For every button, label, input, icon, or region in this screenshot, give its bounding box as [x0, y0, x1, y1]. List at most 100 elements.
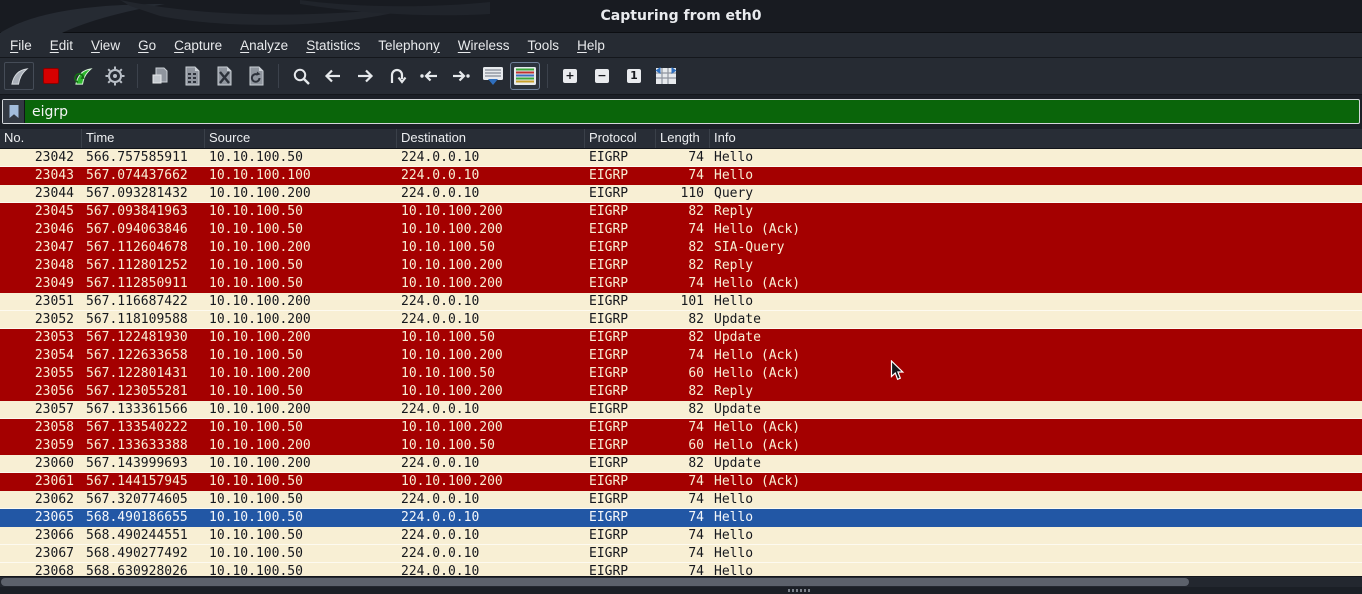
colorize-icon: [513, 66, 537, 86]
display-filter-input[interactable]: eigrp: [2, 99, 1360, 124]
go-last-packet-button[interactable]: [446, 62, 476, 90]
menu-statistics[interactable]: Statistics: [297, 38, 369, 53]
cell-time: 568.490186655: [82, 509, 205, 527]
packet-row-23053[interactable]: 23053567.12248193010.10.100.20010.10.100…: [0, 329, 1362, 347]
packet-row-23054[interactable]: 23054567.12263365810.10.100.5010.10.100.…: [0, 347, 1362, 365]
cell-time: 568.490277492: [82, 545, 205, 563]
cell-length: 74: [656, 473, 710, 491]
menu-edit[interactable]: Edit: [41, 38, 82, 53]
cell-info: Hello: [710, 167, 1362, 185]
resize-columns-button[interactable]: [651, 62, 681, 90]
column-header-info[interactable]: Info: [710, 129, 1362, 148]
cell-destination: 10.10.100.200: [397, 257, 585, 275]
cell-no: 23052: [0, 311, 82, 329]
cell-source: 10.10.100.50: [205, 149, 397, 167]
auto-scroll-button[interactable]: [478, 62, 508, 90]
menu-capture[interactable]: Capture: [165, 38, 231, 53]
column-header-time[interactable]: Time: [82, 129, 205, 148]
go-first-packet-button[interactable]: [414, 62, 444, 90]
stop-capture-button[interactable]: [36, 62, 66, 90]
zoom-in-button[interactable]: +: [555, 62, 585, 90]
open-file-button[interactable]: [145, 62, 175, 90]
cell-protocol: EIGRP: [585, 491, 656, 509]
cell-destination: 224.0.0.10: [397, 149, 585, 167]
packet-row-23051[interactable]: 23051567.11668742210.10.100.200224.0.0.1…: [0, 293, 1362, 311]
cell-protocol: EIGRP: [585, 365, 656, 383]
horizontal-scrollbar[interactable]: [0, 576, 1362, 587]
packet-row-23067[interactable]: 23067568.49027749210.10.100.50224.0.0.10…: [0, 545, 1362, 563]
packet-row-23066[interactable]: 23066568.49024455110.10.100.50224.0.0.10…: [0, 527, 1362, 545]
column-header-length[interactable]: Length: [656, 129, 710, 148]
cell-destination: 224.0.0.10: [397, 401, 585, 419]
column-header-protocol[interactable]: Protocol: [585, 129, 656, 148]
zoom-out-button[interactable]: −: [587, 62, 617, 90]
cell-protocol: EIGRP: [585, 275, 656, 293]
menu-tools[interactable]: Tools: [519, 38, 569, 53]
normal-size-button[interactable]: 1: [619, 62, 649, 90]
packet-row-23043[interactable]: 23043567.07443766210.10.100.100224.0.0.1…: [0, 167, 1362, 185]
pane-splitter[interactable]: [0, 587, 1362, 594]
menu-go[interactable]: Go: [129, 38, 165, 53]
menu-file[interactable]: File: [1, 38, 41, 53]
cell-info: Hello: [710, 149, 1362, 167]
packet-row-23045[interactable]: 23045567.09384196310.10.100.5010.10.100.…: [0, 203, 1362, 221]
menu-wireless[interactable]: Wireless: [449, 38, 519, 53]
cell-source: 10.10.100.200: [205, 329, 397, 347]
restart-capture-button[interactable]: [68, 62, 98, 90]
cell-info: Hello: [710, 527, 1362, 545]
cell-no: 23061: [0, 473, 82, 491]
cell-source: 10.10.100.200: [205, 437, 397, 455]
column-header-source[interactable]: Source: [205, 129, 397, 148]
resize-columns-icon: [654, 66, 678, 86]
packet-row-23060[interactable]: 23060567.14399969310.10.100.200224.0.0.1…: [0, 455, 1362, 473]
packet-row-23049[interactable]: 23049567.11285091110.10.100.5010.10.100.…: [0, 275, 1362, 293]
cell-protocol: EIGRP: [585, 419, 656, 437]
start-capture-button[interactable]: [4, 62, 34, 90]
go-to-packet-button[interactable]: [382, 62, 412, 90]
packet-row-23048[interactable]: 23048567.11280125210.10.100.5010.10.100.…: [0, 257, 1362, 275]
capture-options-button[interactable]: [100, 62, 130, 90]
cell-info: SIA-Query: [710, 239, 1362, 257]
toolbar-separator: [547, 64, 548, 88]
cell-no: 23053: [0, 329, 82, 347]
cell-source: 10.10.100.50: [205, 203, 397, 221]
cell-destination: 224.0.0.10: [397, 545, 585, 563]
cell-time: 567.144157945: [82, 473, 205, 491]
scrollbar-thumb[interactable]: [1, 578, 1189, 586]
packet-row-23057[interactable]: 23057567.13336156610.10.100.200224.0.0.1…: [0, 401, 1362, 419]
packet-row-23065[interactable]: 23065568.49018665510.10.100.50224.0.0.10…: [0, 509, 1362, 527]
packet-row-23061[interactable]: 23061567.14415794510.10.100.5010.10.100.…: [0, 473, 1362, 491]
packet-row-23055[interactable]: 23055567.12280143110.10.100.20010.10.100…: [0, 365, 1362, 383]
filter-bookmark-button[interactable]: [3, 100, 25, 123]
find-packet-button[interactable]: [286, 62, 316, 90]
close-file-button[interactable]: [209, 62, 239, 90]
menu-telephony[interactable]: Telephony: [369, 38, 449, 53]
cell-no: 23043: [0, 167, 82, 185]
reload-file-button[interactable]: [241, 62, 271, 90]
packet-row-23047[interactable]: 23047567.11260467810.10.100.20010.10.100…: [0, 239, 1362, 257]
cell-source: 10.10.100.50: [205, 221, 397, 239]
packet-row-23056[interactable]: 23056567.12305528110.10.100.5010.10.100.…: [0, 383, 1362, 401]
column-header-no[interactable]: No.: [0, 129, 82, 148]
cell-time: 568.490244551: [82, 527, 205, 545]
go-forward-button[interactable]: [350, 62, 380, 90]
menu-help[interactable]: Help: [568, 38, 614, 53]
u-turn-arrow-icon: [387, 67, 407, 85]
colorize-packets-button[interactable]: [510, 62, 540, 90]
cell-time: 567.074437662: [82, 167, 205, 185]
go-back-button[interactable]: [318, 62, 348, 90]
packet-row-23042[interactable]: 23042566.75758591110.10.100.50224.0.0.10…: [0, 149, 1362, 167]
menu-view[interactable]: View: [82, 38, 129, 53]
save-file-button[interactable]: [177, 62, 207, 90]
cell-time: 567.133361566: [82, 401, 205, 419]
packet-row-23046[interactable]: 23046567.09406384610.10.100.5010.10.100.…: [0, 221, 1362, 239]
packet-row-23059[interactable]: 23059567.13363338810.10.100.20010.10.100…: [0, 437, 1362, 455]
packet-row-23062[interactable]: 23062567.32077460510.10.100.50224.0.0.10…: [0, 491, 1362, 509]
column-header-destination[interactable]: Destination: [397, 129, 585, 148]
packet-row-23058[interactable]: 23058567.13354022210.10.100.5010.10.100.…: [0, 419, 1362, 437]
packet-row-23044[interactable]: 23044567.09328143210.10.100.200224.0.0.1…: [0, 185, 1362, 203]
packet-row-23052[interactable]: 23052567.11810958810.10.100.200224.0.0.1…: [0, 311, 1362, 329]
cell-destination: 10.10.100.200: [397, 275, 585, 293]
menu-analyze[interactable]: Analyze: [231, 38, 297, 53]
cell-source: 10.10.100.50: [205, 347, 397, 365]
